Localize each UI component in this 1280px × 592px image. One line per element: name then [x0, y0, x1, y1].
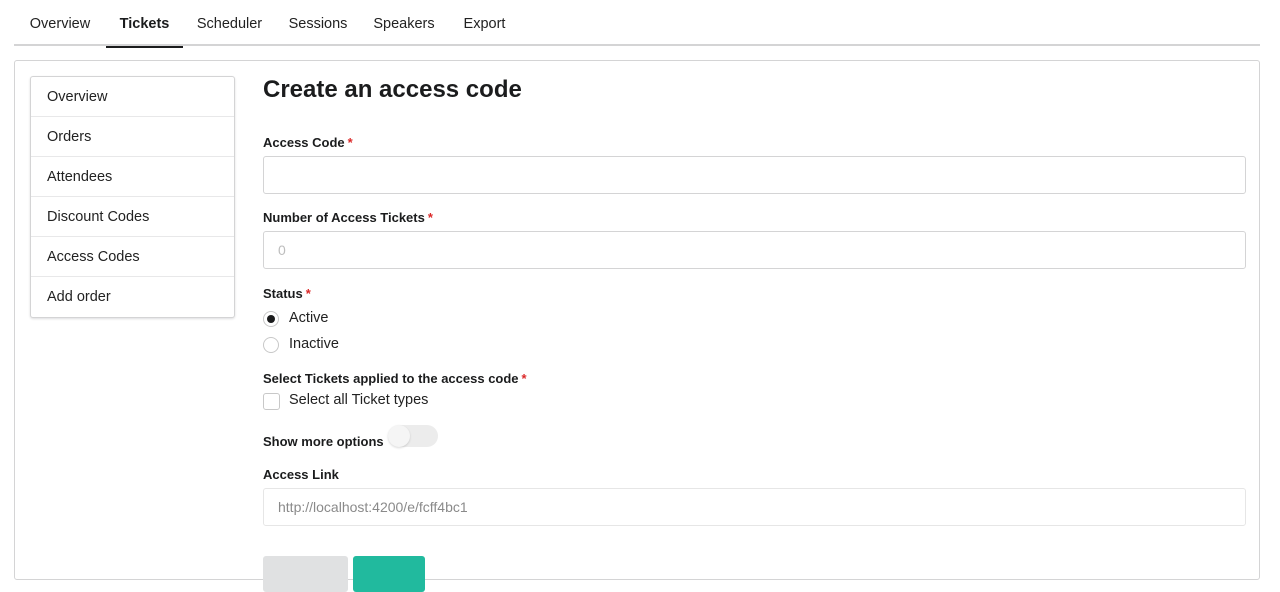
tab-export[interactable]: Export — [448, 0, 521, 46]
page-title: Create an access code — [263, 76, 522, 103]
more-options-label: Show more options — [263, 434, 384, 449]
side-item-discount-codes[interactable]: Discount Codes — [31, 197, 234, 237]
required-marker: * — [347, 135, 353, 150]
status-label-text: Status — [263, 286, 303, 301]
tab-speakers[interactable]: Speakers — [360, 0, 448, 46]
access-code-label-text: Access Code — [263, 135, 345, 150]
tab-tickets[interactable]: Tickets — [106, 0, 183, 48]
radio-active[interactable] — [263, 311, 279, 327]
select-all-tickets-option[interactable]: Select all Ticket types — [263, 391, 463, 411]
access-code-input[interactable] — [263, 156, 1246, 194]
access-link-input[interactable] — [263, 488, 1246, 526]
tab-sessions[interactable]: Sessions — [276, 0, 360, 46]
num-tickets-label: Number of Access Tickets * — [263, 210, 433, 225]
tickets-label: Select Tickets applied to the access cod… — [263, 371, 527, 386]
tab-overview[interactable]: Overview — [14, 0, 106, 46]
num-tickets-label-text: Number of Access Tickets — [263, 210, 425, 225]
side-item-orders[interactable]: Orders — [31, 117, 234, 157]
side-item-overview[interactable]: Overview — [31, 77, 234, 117]
required-marker: * — [521, 371, 527, 386]
status-inactive-label: Inactive — [289, 336, 339, 352]
main-segment: Overview Orders Attendees Discount Codes… — [14, 60, 1260, 592]
side-item-access-codes[interactable]: Access Codes — [31, 237, 234, 277]
select-all-label: Select all Ticket types — [289, 392, 429, 408]
status-active-option[interactable]: Active — [263, 309, 383, 329]
radio-inactive[interactable] — [263, 337, 279, 353]
status-inactive-option[interactable]: Inactive — [263, 335, 383, 355]
status-active-label: Active — [289, 310, 329, 326]
status-label: Status * — [263, 286, 311, 301]
num-tickets-input[interactable] — [263, 231, 1246, 269]
tickets-label-text: Select Tickets applied to the access cod… — [263, 371, 519, 386]
save-button[interactable] — [353, 556, 425, 592]
access-link-label: Access Link — [263, 467, 339, 482]
side-item-attendees[interactable]: Attendees — [31, 157, 234, 197]
side-item-add-order[interactable]: Add order — [31, 277, 234, 317]
side-menu: Overview Orders Attendees Discount Codes… — [30, 76, 235, 318]
cancel-button[interactable] — [263, 556, 348, 592]
tab-scheduler[interactable]: Scheduler — [183, 0, 276, 46]
required-marker: * — [427, 210, 433, 225]
access-code-label: Access Code * — [263, 135, 353, 150]
more-options-toggle[interactable] — [388, 425, 438, 447]
select-all-checkbox[interactable] — [263, 393, 280, 410]
top-tab-bar: Overview Tickets Scheduler Sessions Spea… — [14, 0, 1260, 48]
required-marker: * — [305, 286, 311, 301]
